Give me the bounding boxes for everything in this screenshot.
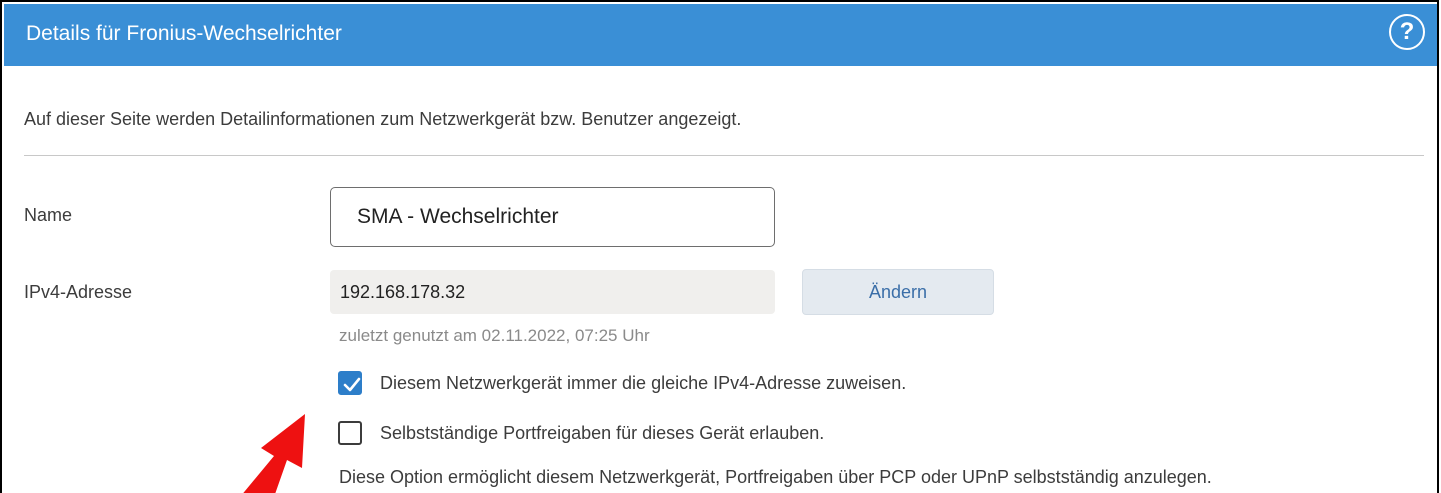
- panel-header: Details für Fronius-Wechselrichter ?: [4, 4, 1437, 66]
- help-icon[interactable]: ?: [1389, 14, 1425, 50]
- port-forwarding-label: Selbstständige Portfreigaben für dieses …: [380, 423, 825, 443]
- option-note: Diese Option ermöglicht diesem Netzwerkg…: [339, 467, 1212, 487]
- name-input[interactable]: [330, 187, 775, 247]
- port-forwarding-checkbox[interactable]: [338, 421, 362, 445]
- divider: [24, 155, 1424, 156]
- annotation-arrow-icon: [243, 414, 305, 493]
- fixed-ip-label: Diesem Netzwerkgerät immer die gleiche I…: [380, 373, 907, 393]
- panel-title: Details für Fronius-Wechselrichter: [26, 22, 342, 45]
- name-label: Name: [24, 205, 73, 225]
- fixed-ip-checkbox[interactable]: [338, 371, 362, 395]
- ipv4-input[interactable]: [330, 270, 775, 314]
- details-panel: Details für Fronius-Wechselrichter ? Auf…: [0, 0, 1439, 493]
- last-used-text: zuletzt genutzt am 02.11.2022, 07:25 Uhr: [339, 326, 650, 345]
- change-button[interactable]: Ändern: [802, 269, 994, 315]
- intro-text: Auf dieser Seite werden Detailinformatio…: [24, 109, 742, 129]
- ipv4-label: IPv4-Adresse: [24, 282, 133, 302]
- checkmark-icon: [343, 377, 361, 392]
